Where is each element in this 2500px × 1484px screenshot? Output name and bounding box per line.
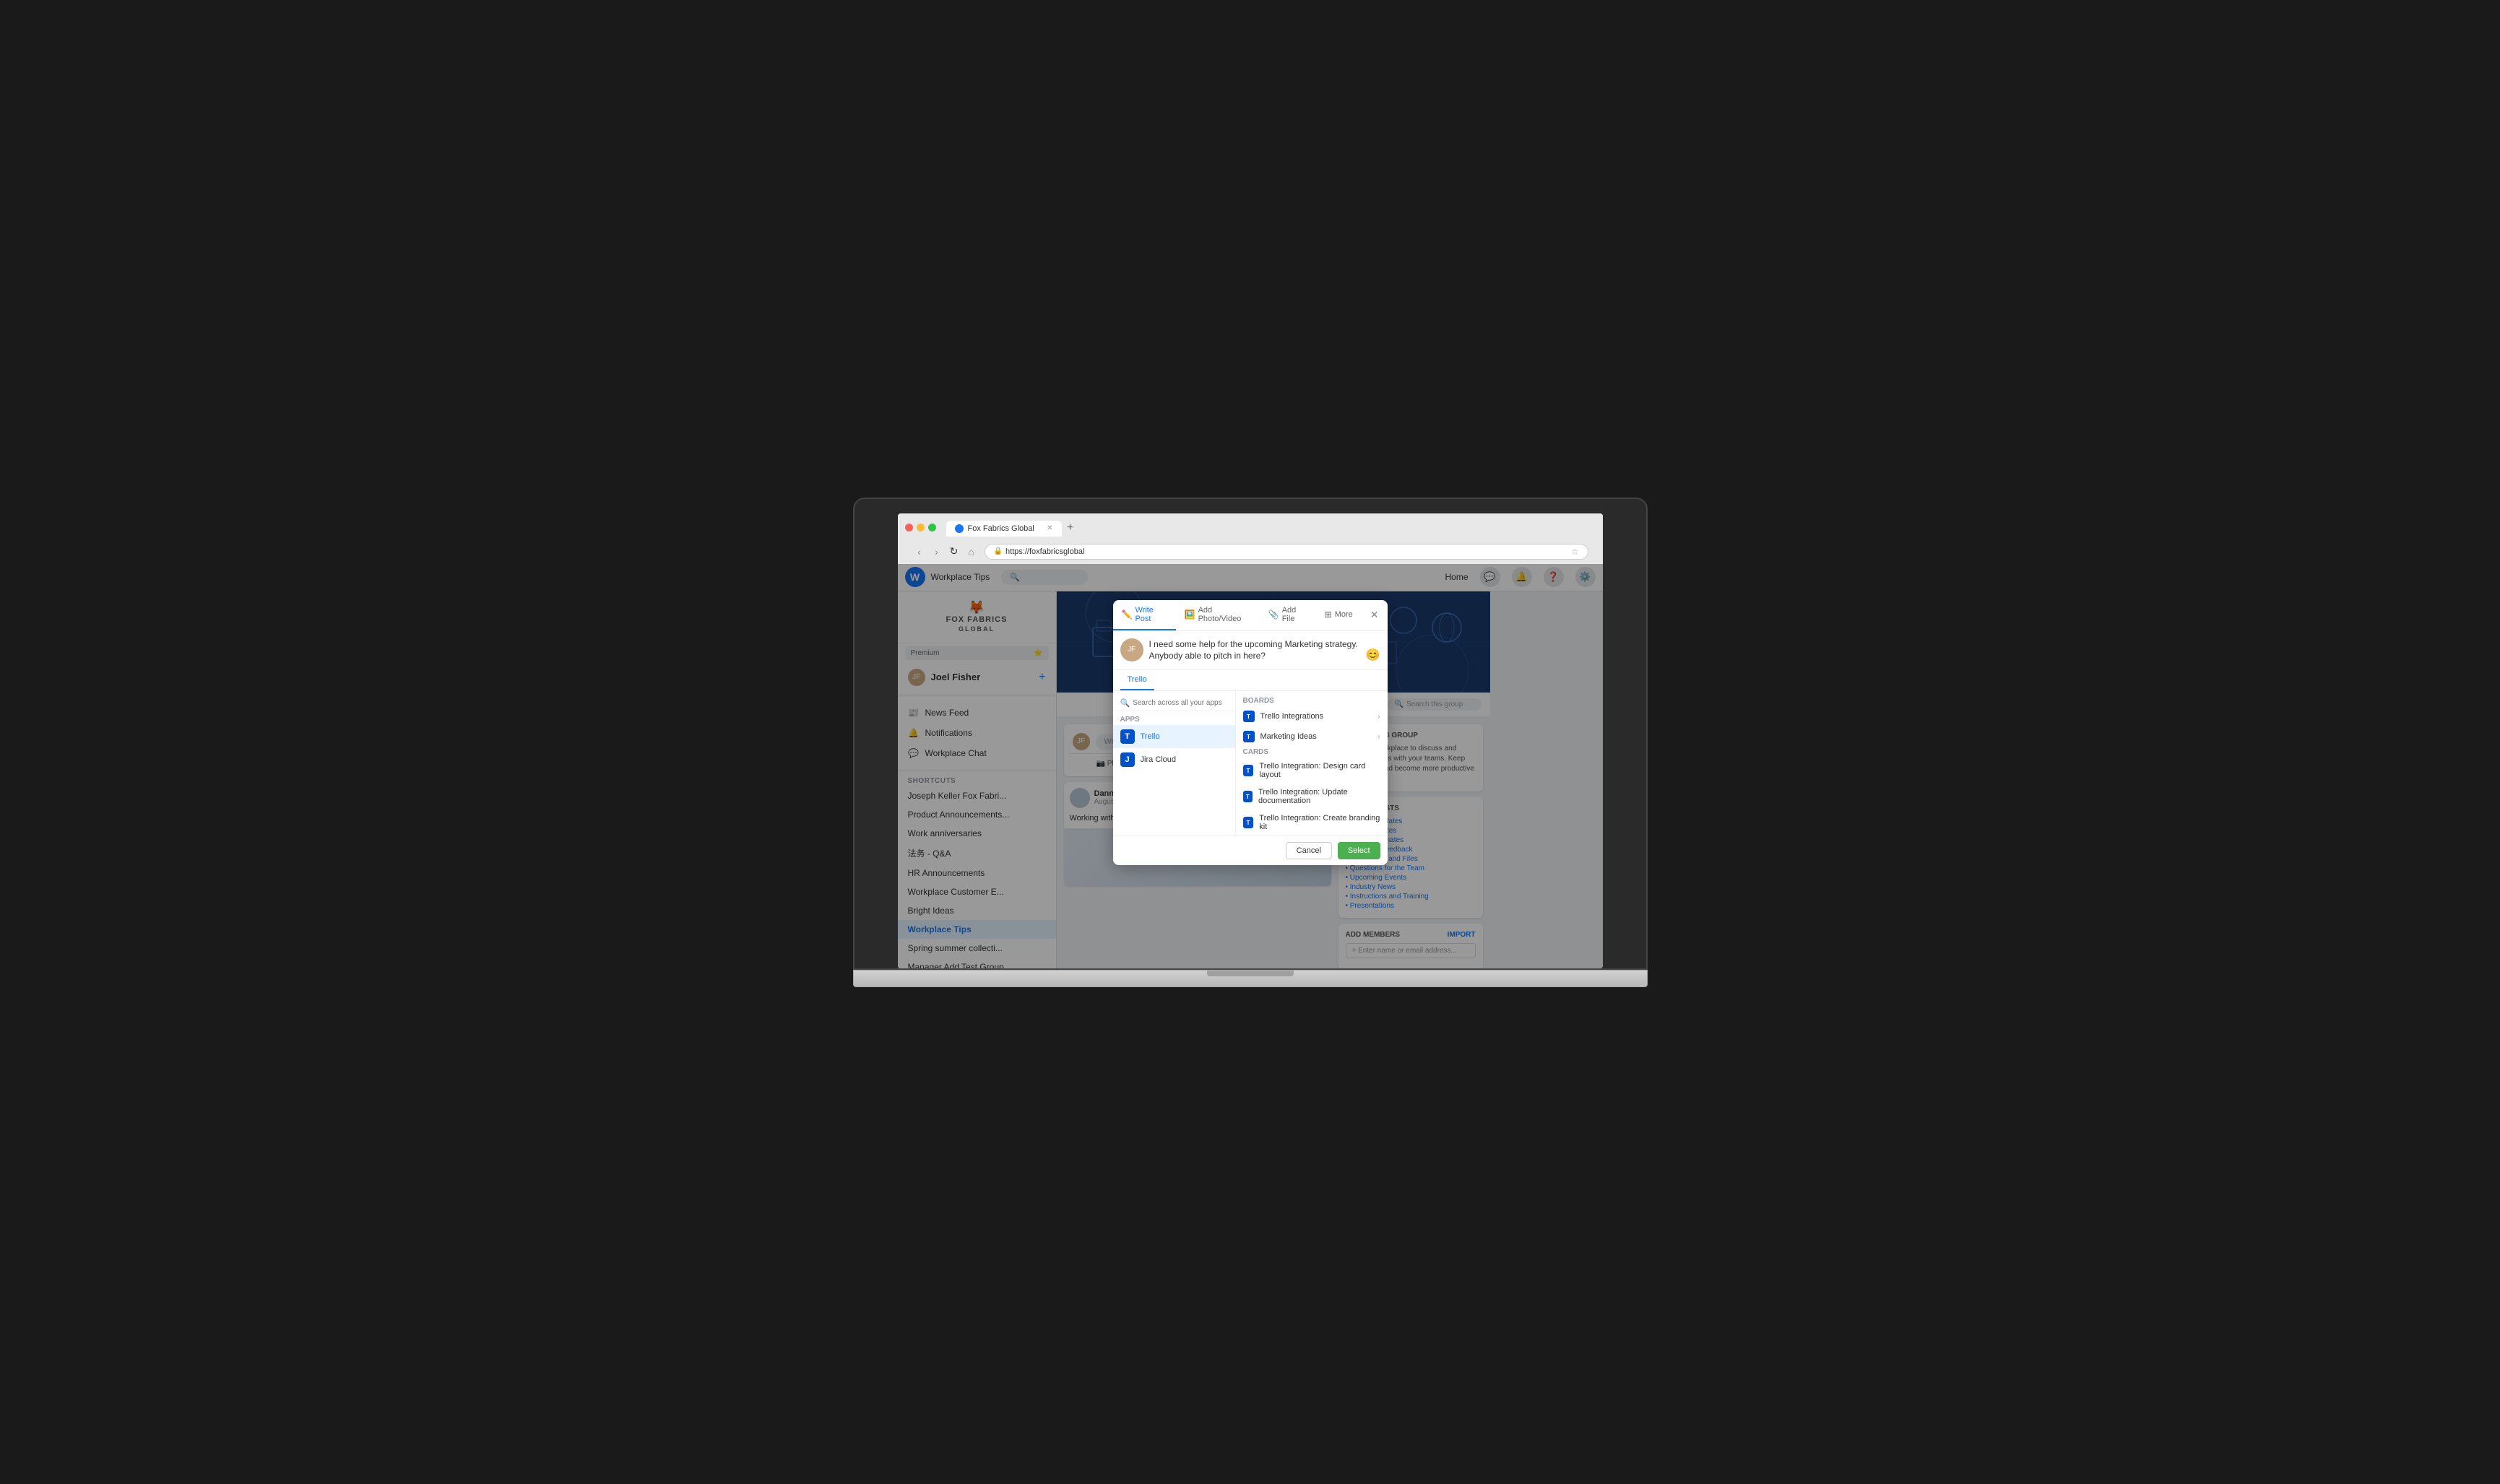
chevron-right-icon: › (1377, 713, 1380, 721)
composer-text-content[interactable]: I need some help for the upcoming Market… (1149, 638, 1360, 663)
address-bar: ‹ › ↻ ⌂ 🔒 https://foxfabricsglobal ☆ (905, 541, 1596, 564)
emoji-picker-icon[interactable]: 😊 (1366, 648, 1380, 662)
card-item-0[interactable]: T Trello Integration: Design card layout (1236, 758, 1388, 784)
browser-titlebar: Fox Fabrics Global ✕ + (905, 519, 1596, 537)
file-icon: 📎 (1268, 609, 1279, 620)
apps-label: APPS (1113, 714, 1235, 725)
board-icon-0: T (1243, 711, 1255, 722)
chevron-right-icon-2: › (1377, 733, 1380, 741)
tab-add-file[interactable]: 📎 Add File (1260, 600, 1316, 630)
jira-app-icon: J (1120, 752, 1135, 767)
tab-write-post[interactable]: ✏️ Write Post (1113, 600, 1176, 630)
home-button[interactable]: ⌂ (964, 546, 979, 557)
app-results-panel: Boards T Trello Integrations › T Marketi… (1236, 691, 1388, 836)
browser-chrome: Fox Fabrics Global ✕ + ‹ › ↻ ⌂ 🔒 (898, 513, 1603, 564)
tab-add-photo[interactable]: 🖼️ Add Photo/Video (1176, 600, 1260, 630)
composer-header: ✏️ Write Post 🖼️ Add Photo/Video 📎 Add F… (1113, 600, 1388, 631)
traffic-lights (905, 524, 936, 531)
laptop-notch (1207, 971, 1294, 976)
url-text: https://foxfabricsglobal (1005, 547, 1084, 556)
post-composer-modal: ✏️ Write Post 🖼️ Add Photo/Video 📎 Add F… (1113, 600, 1388, 866)
app-item-jira[interactable]: J Jira Cloud (1113, 748, 1235, 771)
tab-title: Fox Fabrics Global (968, 524, 1034, 533)
app-item-trello[interactable]: T Trello (1113, 725, 1235, 748)
browser-tab[interactable]: Fox Fabrics Global ✕ (946, 521, 1062, 537)
card-icon-1: T (1243, 791, 1253, 802)
app-picker-panel: Trello 🔍 (1113, 669, 1388, 865)
screen-bezel: Fox Fabrics Global ✕ + ‹ › ↻ ⌂ 🔒 (853, 498, 1648, 970)
select-button[interactable]: Select (1338, 842, 1380, 859)
card-icon-2: T (1243, 817, 1254, 828)
composer-close-button[interactable]: ✕ (1362, 603, 1388, 627)
card-item-1[interactable]: T Trello Integration: Update documentati… (1236, 784, 1388, 810)
app-picker-body: 🔍 APPS T Trello J (1113, 691, 1388, 836)
laptop-screen: Fox Fabrics Global ✕ + ‹ › ↻ ⌂ 🔒 (898, 513, 1603, 968)
new-tab-button[interactable]: + (1062, 519, 1079, 537)
write-icon: ✏️ (1122, 609, 1133, 620)
modal-overlay: ✏️ Write Post 🖼️ Add Photo/Video 📎 Add F… (898, 564, 1603, 968)
bookmark-icon[interactable]: ☆ (1571, 547, 1579, 557)
back-button[interactable]: ‹ (912, 546, 927, 557)
card-icon-0: T (1243, 765, 1254, 776)
composer-body: JF I need some help for the upcoming Mar… (1113, 631, 1388, 670)
card-item-2[interactable]: T Trello Integration: Create branding ki… (1236, 810, 1388, 836)
url-bar[interactable]: 🔒 https://foxfabricsglobal ☆ (985, 544, 1588, 560)
lock-icon: 🔒 (994, 547, 1003, 555)
nav-buttons: ‹ › ↻ ⌂ (912, 545, 979, 557)
refresh-button[interactable]: ↻ (947, 545, 961, 557)
traffic-light-minimize[interactable] (917, 524, 925, 531)
cards-section-label: Cards (1236, 747, 1388, 758)
search-icon: 🔍 (1120, 698, 1130, 708)
trello-app-icon: T (1120, 729, 1135, 744)
board-item-1[interactable]: T Marketing Ideas › (1236, 726, 1388, 747)
app-list-panel: 🔍 APPS T Trello J (1113, 691, 1236, 836)
app-picker-tab-trello[interactable]: Trello (1120, 670, 1154, 690)
tab-more[interactable]: ⊞ More (1316, 604, 1362, 627)
laptop-shell: Fox Fabrics Global ✕ + ‹ › ↻ ⌂ 🔒 (853, 498, 1648, 987)
composer-avatar: JF (1120, 638, 1143, 661)
tab-close-icon[interactable]: ✕ (1047, 524, 1052, 532)
photo-icon: 🖼️ (1185, 609, 1195, 620)
cancel-button[interactable]: Cancel (1286, 842, 1332, 859)
browser-tab-bar: Fox Fabrics Global ✕ + (946, 519, 1596, 537)
forward-button[interactable]: › (930, 546, 944, 557)
board-item-0[interactable]: T Trello Integrations › (1236, 706, 1388, 726)
app-search-bar: 🔍 (1113, 695, 1235, 711)
app-picker-tabs: Trello (1113, 670, 1388, 691)
board-icon-1: T (1243, 731, 1255, 742)
more-icon: ⊞ (1325, 609, 1332, 620)
tab-favicon (955, 524, 964, 533)
boards-section-label: Boards (1236, 695, 1388, 706)
workplace-app: W Workplace Tips 🔍 Home 💬 🔔 ❓ ⚙️ (898, 564, 1603, 968)
app-search-input[interactable] (1133, 699, 1227, 707)
app-picker-footer: Cancel Select (1113, 836, 1388, 865)
traffic-light-maximize[interactable] (928, 524, 936, 531)
traffic-light-close[interactable] (905, 524, 913, 531)
laptop-base (853, 970, 1648, 987)
